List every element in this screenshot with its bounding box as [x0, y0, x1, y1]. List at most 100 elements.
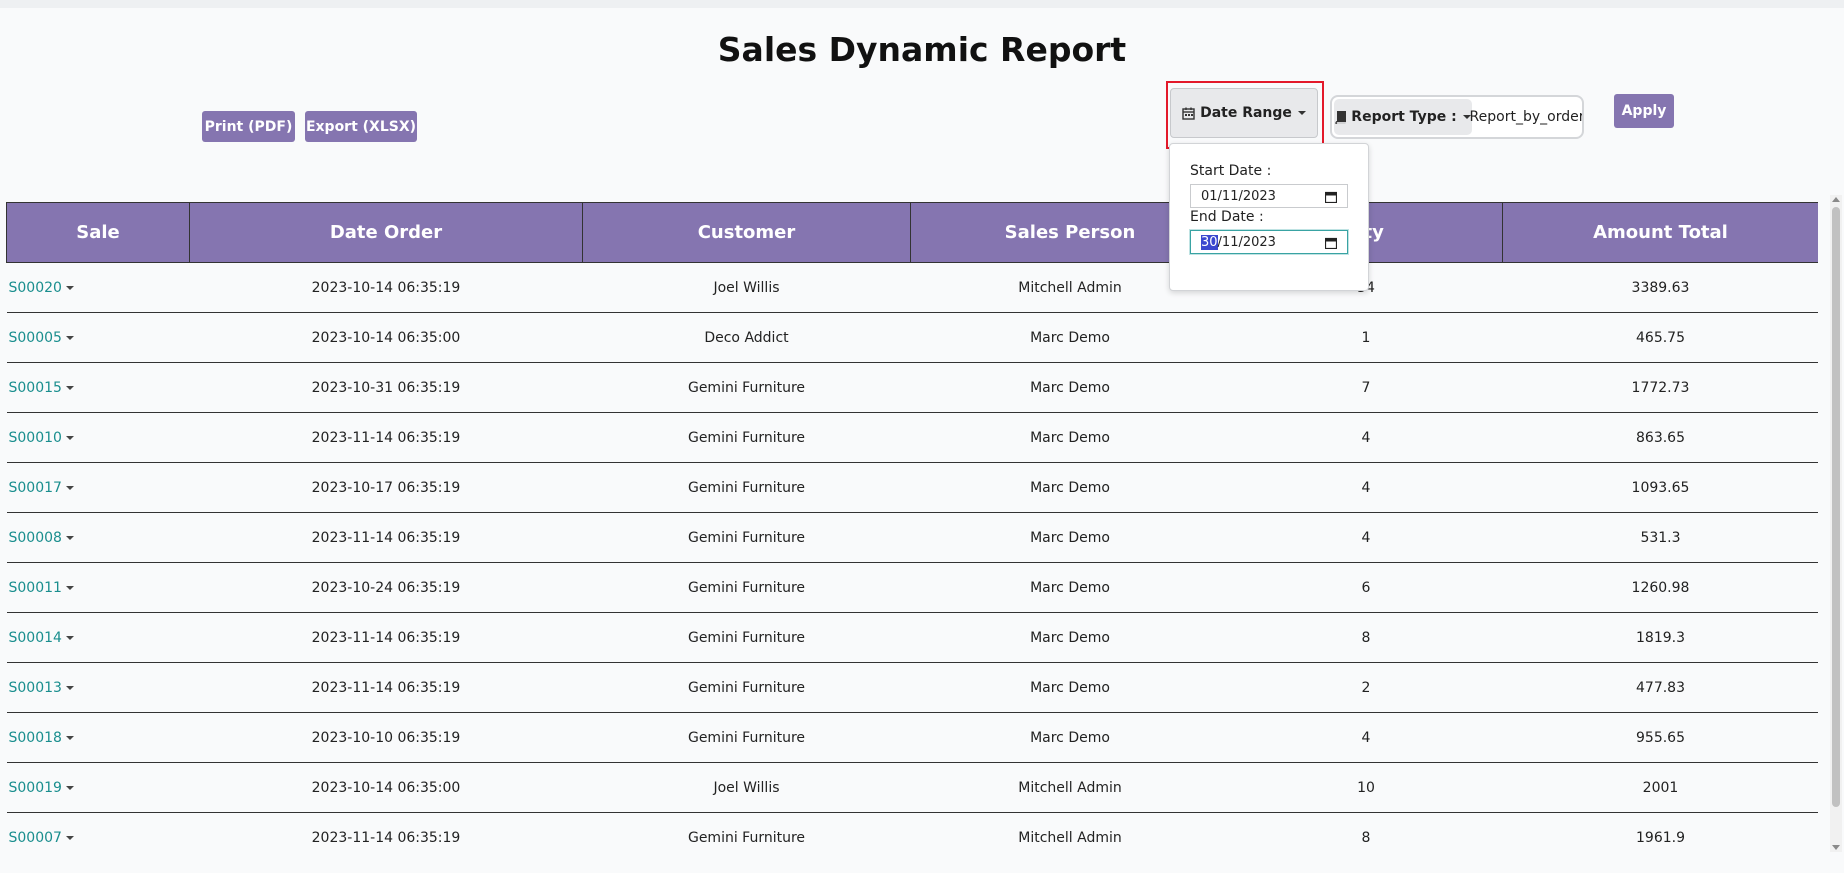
sale-link[interactable]: S00013 [9, 680, 62, 696]
qty-cell: 4 [1229, 412, 1503, 463]
sale-cell[interactable]: S00019 [6, 762, 190, 813]
qty-cell: 7 [1229, 362, 1503, 413]
sale-cell[interactable]: S00007 [6, 812, 190, 852]
sale-cell[interactable]: S00013 [6, 662, 190, 713]
sale-cell[interactable]: S00020 [6, 262, 190, 313]
scroll-up-arrow-icon[interactable] [1832, 197, 1840, 202]
table-row[interactable]: S00019 2023-10-14 06:35:00 Joel Willis Mitc… [6, 762, 1818, 813]
sale-cell[interactable]: S00018 [6, 712, 190, 763]
calendar-picker-icon[interactable] [1324, 237, 1338, 253]
chevron-down-icon[interactable] [65, 485, 74, 490]
customer-cell: Gemini Furniture [582, 662, 911, 713]
chevron-down-icon[interactable] [65, 835, 74, 840]
sales-person-cell: Marc Demo [910, 312, 1230, 363]
scroll-thumb[interactable] [1832, 207, 1840, 807]
table-row[interactable]: S00008 2023-11-14 06:35:19 Gemini Furnitur… [6, 512, 1818, 563]
customer-cell: Gemini Furniture [582, 812, 911, 852]
calendar-picker-icon[interactable] [1324, 191, 1338, 207]
column-header-customer[interactable]: Customer [582, 202, 911, 263]
table-row[interactable]: S00018 2023-10-10 06:35:19 Gemini Furnitur… [6, 712, 1818, 763]
vertical-scrollbar[interactable] [1830, 195, 1842, 852]
qty-cell: 10 [1229, 762, 1503, 813]
table-row[interactable]: S00007 2023-11-14 06:35:19 Gemini Furnitur… [6, 812, 1818, 852]
sale-cell[interactable]: S00015 [6, 362, 190, 413]
print-pdf-button[interactable]: Print (PDF) [202, 111, 295, 142]
chevron-down-icon[interactable] [65, 535, 74, 540]
sale-link[interactable]: S00008 [9, 530, 62, 546]
chevron-down-icon [1297, 111, 1306, 115]
start-date-label: Start Date : [1190, 163, 1272, 179]
sale-link[interactable]: S00020 [9, 280, 62, 296]
chevron-down-icon[interactable] [65, 385, 74, 390]
report-type-value[interactable]: Report_by_order [1470, 97, 1582, 137]
sale-link[interactable]: S00010 [9, 430, 62, 446]
chevron-down-icon[interactable] [65, 435, 74, 440]
chevron-down-icon[interactable] [65, 335, 74, 340]
sales-table: Sale Date Order Customer Sales Person Qt… [6, 202, 1818, 852]
table-row[interactable]: S00014 2023-11-14 06:35:19 Gemini Furnitur… [6, 612, 1818, 663]
date-order-cell: 2023-11-14 06:35:19 [189, 612, 583, 663]
customer-cell: Gemini Furniture [582, 712, 911, 763]
sale-cell[interactable]: S00005 [6, 312, 190, 363]
customer-cell: Gemini Furniture [582, 412, 911, 463]
customer-cell: Gemini Furniture [582, 362, 911, 413]
amount-total-cell: 1093.65 [1502, 462, 1818, 513]
sales-person-cell: Marc Demo [910, 412, 1230, 463]
table-row[interactable]: S00005 2023-10-14 06:35:00 Deco Addict Marc… [6, 312, 1818, 363]
export-xlsx-button[interactable]: Export (XLSX) [305, 111, 417, 142]
sale-cell[interactable]: S00011 [6, 562, 190, 613]
sale-cell[interactable]: S00017 [6, 462, 190, 513]
date-range-dropdown-button[interactable]: Date Range [1170, 88, 1318, 138]
customer-cell: Joel Willis [582, 262, 911, 313]
start-date-field[interactable]: 01/11/2023 [1190, 184, 1348, 208]
sales-person-cell: Marc Demo [910, 362, 1230, 413]
chevron-down-icon[interactable] [65, 285, 74, 290]
table-row[interactable]: S00017 2023-10-17 06:35:19 Gemini Furnitur… [6, 462, 1818, 513]
sale-link[interactable]: S00011 [9, 580, 62, 596]
apply-button[interactable]: Apply [1614, 94, 1674, 128]
table-row[interactable]: S00015 2023-10-31 06:35:19 Gemini Furnitur… [6, 362, 1818, 413]
book-icon [1335, 110, 1347, 124]
sale-link[interactable]: S00017 [9, 480, 62, 496]
table-row[interactable]: S00011 2023-10-24 06:35:19 Gemini Furnitur… [6, 562, 1818, 613]
column-header-amount-total[interactable]: Amount Total [1502, 202, 1818, 263]
amount-total-cell: 1772.73 [1502, 362, 1818, 413]
sale-link[interactable]: S00015 [9, 380, 62, 396]
amount-total-cell: 477.83 [1502, 662, 1818, 713]
sale-link[interactable]: S00005 [9, 330, 62, 346]
scroll-down-arrow-icon[interactable] [1832, 845, 1840, 850]
sale-link[interactable]: S00019 [9, 780, 62, 796]
sale-cell[interactable]: S00014 [6, 612, 190, 663]
amount-total-cell: 955.65 [1502, 712, 1818, 763]
sale-cell[interactable]: S00008 [6, 512, 190, 563]
column-header-sale[interactable]: Sale [6, 202, 190, 263]
column-header-date-order[interactable]: Date Order [189, 202, 583, 263]
report-type-dropdown-button[interactable]: Report Type : [1334, 99, 1472, 135]
chevron-down-icon[interactable] [65, 785, 74, 790]
amount-total-cell: 1260.98 [1502, 562, 1818, 613]
chevron-down-icon[interactable] [65, 635, 74, 640]
table-row[interactable]: S00013 2023-11-14 06:35:19 Gemini Furnitur… [6, 662, 1818, 713]
table-row[interactable]: S00020 2023-10-14 06:35:19 Joel Willis Mitc… [6, 262, 1818, 313]
date-order-cell: 2023-10-31 06:35:19 [189, 362, 583, 413]
sale-link[interactable]: S00007 [9, 830, 62, 846]
sale-link[interactable]: S00014 [9, 630, 62, 646]
report-type-group: Report Type : Report_by_order [1330, 95, 1584, 139]
date-order-cell: 2023-10-14 06:35:00 [189, 312, 583, 363]
sales-person-cell: Marc Demo [910, 462, 1230, 513]
customer-cell: Gemini Furniture [582, 612, 911, 663]
sale-cell[interactable]: S00010 [6, 412, 190, 463]
qty-cell: 2 [1229, 662, 1503, 713]
amount-total-cell: 3389.63 [1502, 262, 1818, 313]
end-date-day-selected: 30 [1201, 234, 1218, 250]
sale-link[interactable]: S00018 [9, 730, 62, 746]
table-row[interactable]: S00010 2023-11-14 06:35:19 Gemini Furnitur… [6, 412, 1818, 463]
chevron-down-icon[interactable] [65, 685, 74, 690]
start-date-value: 01/11/2023 [1201, 188, 1276, 204]
end-date-field[interactable]: 30/11/2023 [1190, 230, 1348, 254]
chevron-down-icon[interactable] [65, 735, 74, 740]
chevron-down-icon[interactable] [65, 585, 74, 590]
date-order-cell: 2023-10-14 06:35:00 [189, 762, 583, 813]
sales-person-cell: Marc Demo [910, 562, 1230, 613]
amount-total-cell: 1961.9 [1502, 812, 1818, 852]
